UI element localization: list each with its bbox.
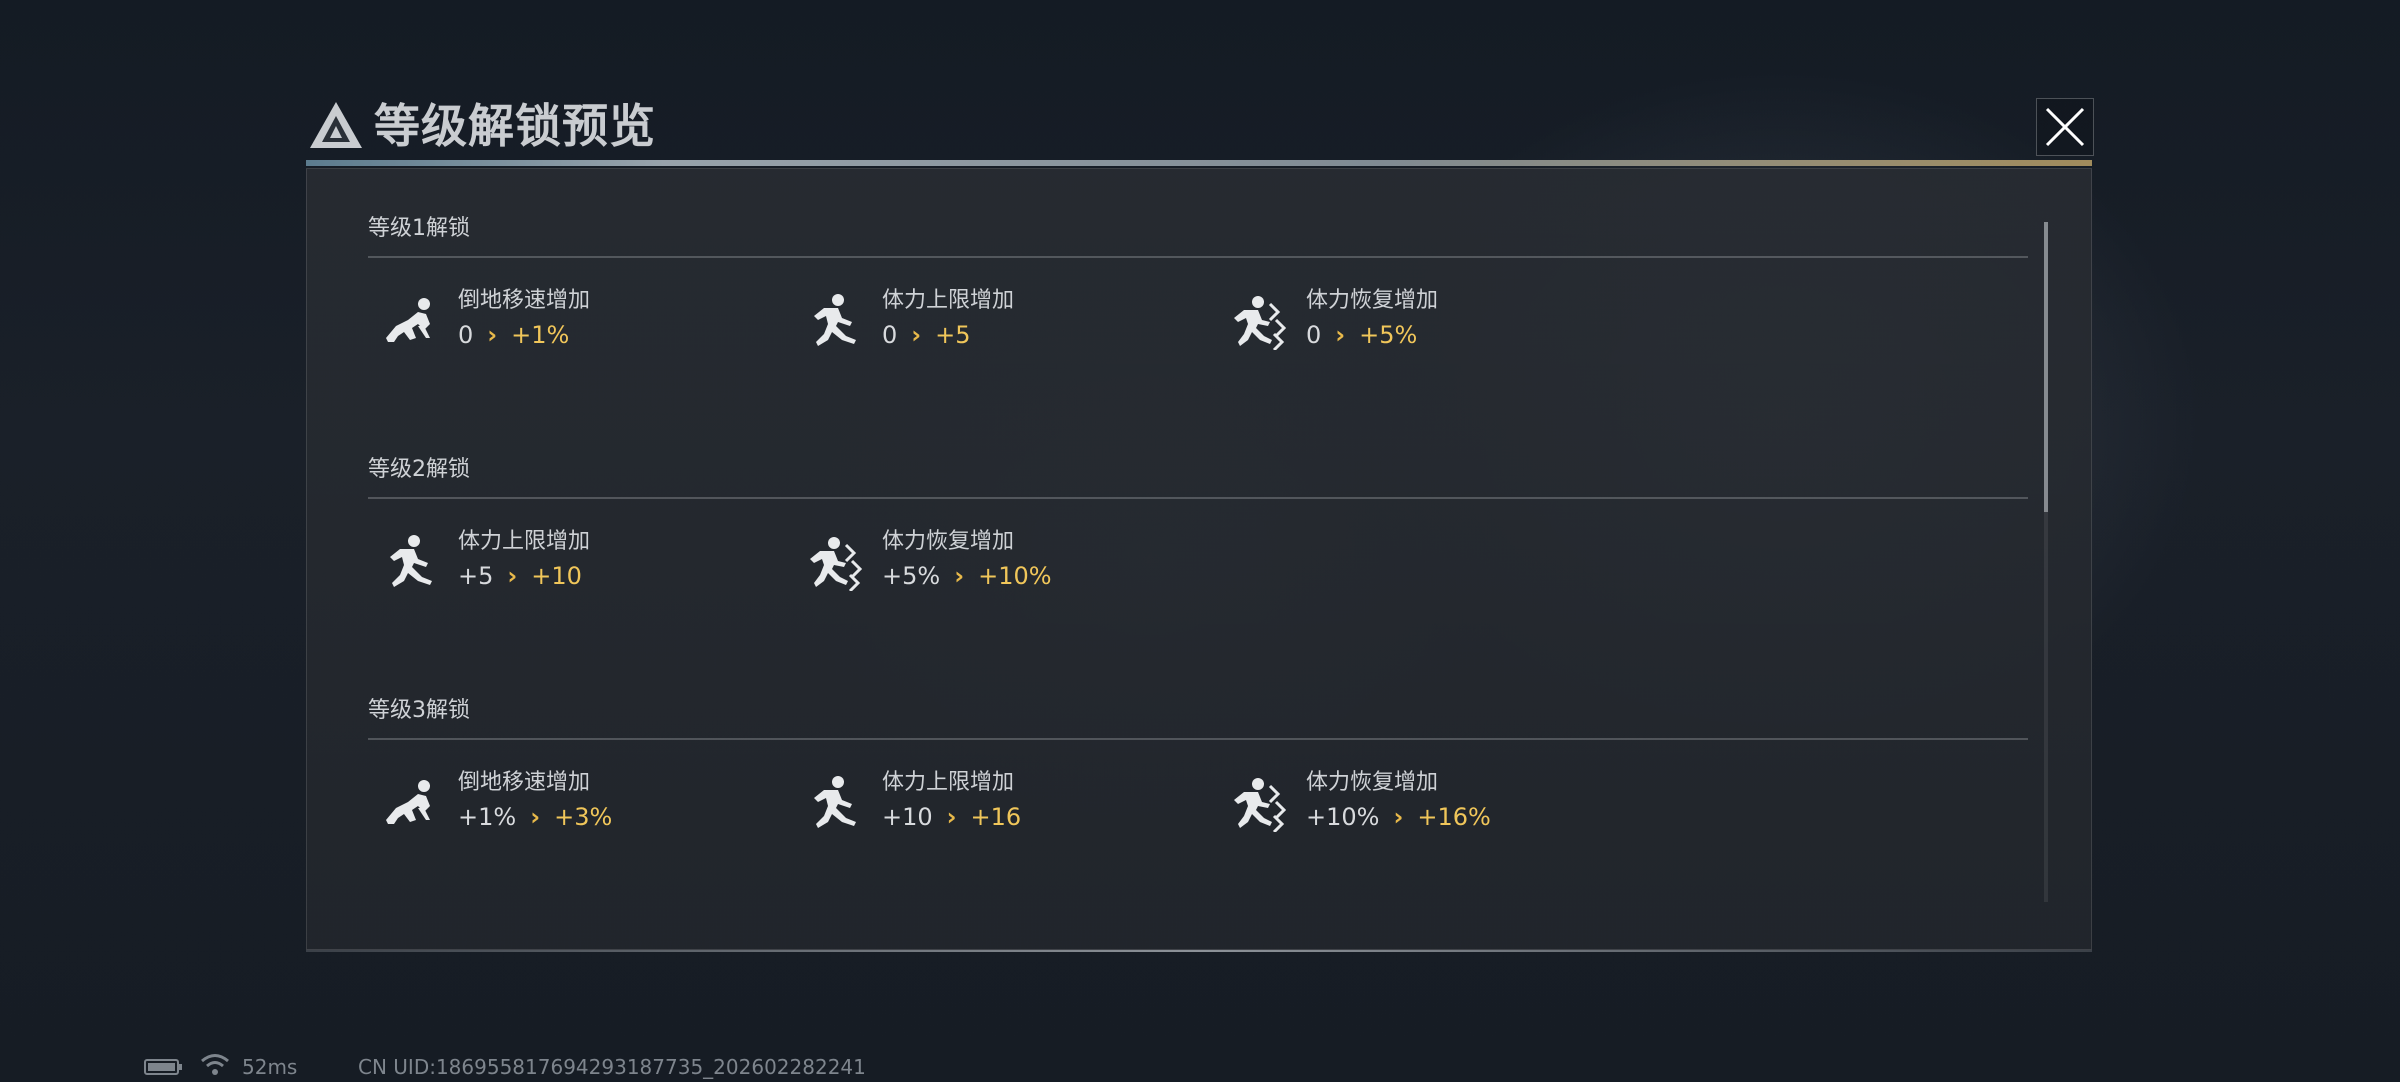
- section-title: 等级2解锁: [368, 457, 470, 482]
- unlock-item-values: +1% › +3%: [458, 802, 612, 832]
- section-divider: [368, 738, 2028, 740]
- chevron-right-icon: ›: [507, 562, 518, 590]
- chevron-right-icon: ›: [954, 562, 965, 590]
- unlock-item-name: 倒地移速增加: [458, 288, 591, 313]
- uid-readout: CN UID:186955817694293187735_20260228224…: [358, 1055, 866, 1079]
- value-to: +10: [531, 562, 582, 590]
- value-from: +1%: [458, 803, 517, 831]
- value-from: 0: [458, 321, 474, 349]
- unlock-item-values: +5 › +10: [458, 561, 582, 591]
- chevron-right-icon: ›: [911, 321, 922, 349]
- unlock-item: 体力恢复增加 +10% › +16%: [1216, 766, 1616, 846]
- value-to: +5%: [1359, 321, 1418, 349]
- battery-icon: [144, 1059, 182, 1075]
- value-to: +5: [935, 321, 971, 349]
- sprint-recover-icon: [1232, 294, 1286, 350]
- value-from: 0: [882, 321, 898, 349]
- unlock-item: 倒地移速增加 +1% › +3%: [368, 766, 768, 846]
- chevron-right-icon: ›: [946, 803, 957, 831]
- value-to: +1%: [511, 321, 570, 349]
- unlock-item-values: 0 › +5%: [1306, 320, 1417, 350]
- unlock-item-name: 体力恢复增加: [882, 529, 1015, 554]
- unlock-item-name: 体力恢复增加: [1306, 288, 1439, 313]
- run-icon: [390, 535, 432, 587]
- unlock-item: 倒地移速增加 0 › +1%: [368, 284, 768, 364]
- chevron-right-icon: ›: [487, 321, 498, 349]
- sprint-recover-icon: [1232, 776, 1286, 832]
- value-to: +16%: [1417, 803, 1491, 831]
- chevron-right-icon: ›: [1335, 321, 1346, 349]
- close-button[interactable]: [2036, 98, 2094, 156]
- dialog-header: 等级解锁预览: [300, 92, 2100, 164]
- section-title: 等级1解锁: [368, 216, 470, 241]
- unlock-item-name: 倒地移速增加: [458, 770, 591, 795]
- unlock-item-values: +10 › +16: [882, 802, 1021, 832]
- unlock-item-name: 体力上限增加: [882, 288, 1015, 313]
- unlock-item-name: 体力恢复增加: [1306, 770, 1439, 795]
- close-icon: [2045, 107, 2085, 147]
- wifi-icon: [201, 1054, 229, 1075]
- sprint-recover-icon: [808, 535, 862, 591]
- unlock-item: 体力上限增加 0 › +5: [792, 284, 1192, 364]
- value-to: +16: [970, 803, 1022, 831]
- unlock-item: 体力上限增加 +10 › +16: [792, 766, 1192, 846]
- unlock-item-values: 0 › +1%: [458, 320, 569, 350]
- value-from: +10: [882, 803, 933, 831]
- value-from: +5%: [882, 562, 941, 590]
- section-divider: [368, 256, 2028, 258]
- run-icon: [814, 776, 856, 828]
- panel-bottom-divider: [306, 950, 2092, 952]
- triangle-logo-icon: [310, 102, 362, 148]
- value-from: 0: [1306, 321, 1322, 349]
- unlock-item: 体力恢复增加 0 › +5%: [1216, 284, 1616, 364]
- unlock-item-name: 体力上限增加: [458, 529, 591, 554]
- value-to: +10%: [978, 562, 1052, 590]
- scrollbar-thumb[interactable]: [2044, 222, 2048, 512]
- value-to: +3%: [554, 803, 613, 831]
- unlock-item-name: 体力上限增加: [882, 770, 1015, 795]
- unlock-item-values: 0 › +5: [882, 320, 971, 350]
- level-1-section: 等级1解锁 倒地移速增加 0 › +1% 体力上限增加 0 › +5 体力恢复增加 0 ›…: [368, 212, 2028, 350]
- chevron-right-icon: ›: [530, 803, 541, 831]
- unlock-item: 体力上限增加 +5 › +10: [368, 525, 768, 605]
- ping-readout: 52ms: [242, 1055, 298, 1079]
- unlock-item-values: +10% › +16%: [1306, 802, 1491, 832]
- chevron-right-icon: ›: [1393, 803, 1404, 831]
- level-3-section: 等级3解锁 倒地移速增加 +1% › +3% 体力上限增加 +10 › +16 体力恢复…: [368, 694, 2028, 832]
- section-divider: [368, 497, 2028, 499]
- crawl-icon: [386, 298, 430, 342]
- value-from: +5: [458, 562, 494, 590]
- level-2-section: 等级2解锁 体力上限增加 +5 › +10 体力恢复增加 +5% › +10%: [368, 453, 2028, 591]
- crawl-icon: [386, 780, 430, 824]
- unlock-item: 体力恢复增加 +5% › +10%: [792, 525, 1192, 605]
- run-icon: [814, 294, 856, 346]
- value-from: +10%: [1306, 803, 1380, 831]
- section-title: 等级3解锁: [368, 698, 470, 723]
- dialog-title: 等级解锁预览: [374, 99, 656, 153]
- unlock-item-values: +5% › +10%: [882, 561, 1052, 591]
- title-divider: [306, 160, 2092, 166]
